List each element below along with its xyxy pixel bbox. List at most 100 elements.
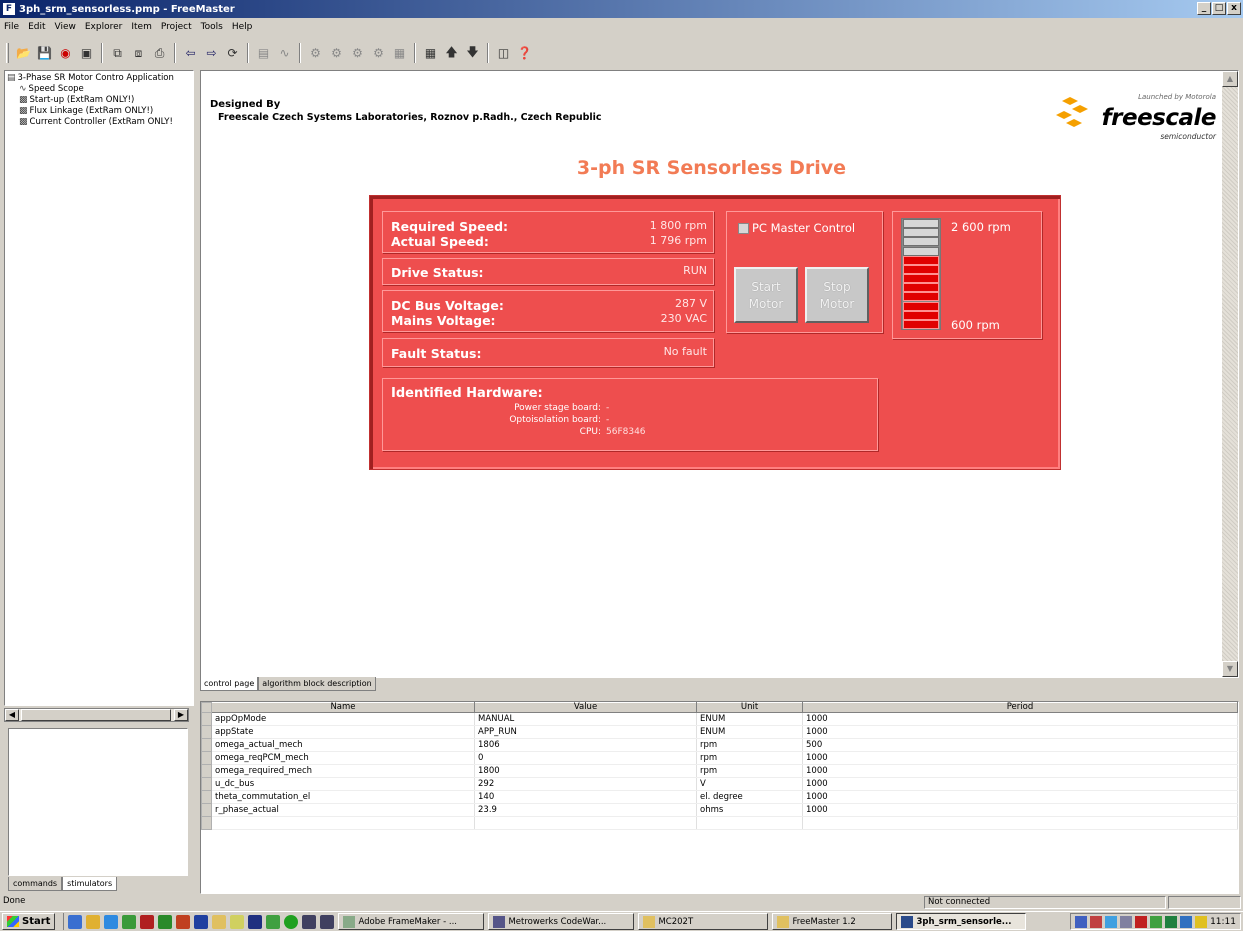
watch-cell-value[interactable]: APP_RUN — [474, 725, 697, 739]
row-header[interactable] — [201, 725, 212, 739]
notepad-icon[interactable] — [230, 914, 245, 929]
stop-motor-button[interactable]: Stop Motor — [805, 267, 869, 323]
column-header-period[interactable]: Period — [802, 702, 1238, 713]
task-framemaker[interactable]: Adobe FrameMaker - ... — [338, 913, 485, 930]
project-tree[interactable]: ▤ 3-Phase SR Motor Contro Application ∿ … — [4, 70, 194, 706]
watch-row[interactable]: u_dc_bus 292 V 1000 — [201, 777, 1238, 791]
variable-watch-grid[interactable]: Name Value Unit Period appOpMode MANUAL EN… — [200, 701, 1239, 894]
column-header-value[interactable]: Value — [474, 702, 697, 713]
watch-row[interactable]: omega_actual_mech 1806 rpm 500 — [201, 738, 1238, 752]
disk-icon[interactable] — [248, 914, 263, 929]
tab-commands[interactable]: commands — [8, 877, 63, 891]
tree-horizontal-scrollbar[interactable]: ◀ ▶ — [4, 708, 189, 722]
watch-cell-period[interactable]: 1000 — [802, 790, 1238, 804]
stop-icon[interactable]: ◉ — [56, 44, 75, 63]
watch-cell-unit[interactable]: rpm — [696, 738, 803, 752]
move-down-icon[interactable]: 🡇 — [463, 44, 482, 63]
volume-tray-icon[interactable] — [1195, 915, 1208, 928]
scroll-right-button[interactable]: ▶ — [174, 709, 188, 721]
refresh-icon[interactable]: ⟳ — [223, 44, 242, 63]
page-vertical-scrollbar[interactable]: ▲ ▼ — [1222, 71, 1238, 677]
row-header[interactable] — [201, 712, 212, 726]
watch-cell-value[interactable]: MANUAL — [474, 712, 697, 726]
pc-master-control[interactable]: PC Master Control — [738, 221, 855, 235]
row-header[interactable] — [201, 816, 212, 830]
watch-cell-empty[interactable] — [802, 816, 1238, 830]
messenger-tray-icon[interactable] — [1105, 915, 1118, 928]
browser-icon[interactable] — [104, 914, 119, 929]
variable-edit-icon[interactable]: ⚙ — [327, 44, 346, 63]
watch-cell-value[interactable]: 0 — [474, 751, 697, 765]
watch-cell-period[interactable]: 1000 — [802, 764, 1238, 778]
printer-tray-icon[interactable] — [1120, 915, 1133, 928]
open-icon[interactable]: 📂 — [14, 44, 33, 63]
task-freemaster-folder[interactable]: FreeMaster 1.2 — [772, 913, 893, 930]
menu-file[interactable]: File — [4, 22, 19, 32]
tree-item-current-controller[interactable]: ▩ Current Controller (ExtRam ONLY! — [19, 117, 173, 127]
row-header[interactable] — [201, 764, 212, 778]
watch-row[interactable]: omega_reqPCM_mech 0 rpm 1000 — [201, 751, 1238, 765]
watch-cell-empty[interactable] — [696, 816, 803, 830]
grid-view-icon[interactable]: ▦ — [421, 44, 440, 63]
watch-cell-unit[interactable]: ENUM — [696, 712, 803, 726]
recorder-icon[interactable]: ∿ — [275, 44, 294, 63]
menu-project[interactable]: Project — [161, 22, 192, 32]
toolbar-grip[interactable] — [6, 43, 9, 63]
scroll-left-button[interactable]: ◀ — [5, 709, 19, 721]
codewarrior-icon[interactable] — [302, 914, 317, 929]
word-icon[interactable] — [194, 914, 209, 929]
tree-item-flux-linkage[interactable]: ▩ Flux Linkage (ExtRam ONLY!) — [19, 106, 153, 116]
watch-cell-period[interactable]: 1000 — [802, 725, 1238, 739]
menu-explorer[interactable]: Explorer — [85, 22, 122, 32]
scope-icon[interactable]: ▤ — [254, 44, 273, 63]
watch-cell-period[interactable]: 1000 — [802, 751, 1238, 765]
row-header[interactable] — [201, 803, 212, 817]
menu-view[interactable]: View — [55, 22, 76, 32]
forward-arrow-icon[interactable]: ⇨ — [202, 44, 221, 63]
watch-cell-value[interactable]: 1806 — [474, 738, 697, 752]
watch-cell-name[interactable]: omega_reqPCM_mech — [211, 751, 475, 765]
watch-row[interactable]: omega_required_mech 1800 rpm 1000 — [201, 764, 1238, 778]
watch-cell-value[interactable]: 140 — [474, 790, 697, 804]
antivirus-tray-icon[interactable] — [1135, 915, 1148, 928]
watch-cell-period[interactable]: 1000 — [802, 777, 1238, 791]
watch-cell-period[interactable]: 1000 — [802, 712, 1238, 726]
back-arrow-icon[interactable]: ⇦ — [181, 44, 200, 63]
copy-icon[interactable]: ⧉ — [108, 44, 127, 63]
close-button[interactable]: x — [1227, 2, 1241, 15]
paste-icon[interactable]: ⧈ — [129, 44, 148, 63]
codewarrior-2-icon[interactable] — [320, 914, 335, 929]
watch-cell-value[interactable]: 1800 — [474, 764, 697, 778]
powerpoint-icon[interactable] — [176, 914, 191, 929]
tree-item-startup[interactable]: ▩ Start-up (ExtRam ONLY!) — [19, 95, 134, 105]
minimize-button[interactable]: _ — [1197, 2, 1211, 15]
watch-cell-period[interactable]: 1000 — [802, 803, 1238, 817]
user-tray-icon[interactable] — [1180, 915, 1193, 928]
variable-insert-icon[interactable]: ⚙ — [348, 44, 367, 63]
watch-cell-unit[interactable]: rpm — [696, 764, 803, 778]
maximize-button[interactable]: □ — [1212, 2, 1226, 15]
watch-cell-unit[interactable]: rpm — [696, 751, 803, 765]
explorer-icon[interactable] — [86, 914, 101, 929]
task-freemaster-active[interactable]: 3ph_srm_sensorle... — [896, 913, 1027, 930]
scroll-down-button[interactable]: ▼ — [1222, 661, 1238, 677]
sync-tray-icon[interactable] — [1165, 915, 1178, 928]
watch-cell-name[interactable]: omega_actual_mech — [211, 738, 475, 752]
variable-icon[interactable]: ⚙ — [306, 44, 325, 63]
watch-cell-name[interactable]: r_phase_actual — [211, 803, 475, 817]
tree-root[interactable]: ▤ 3-Phase SR Motor Contro Application — [7, 73, 174, 83]
scroll-up-button[interactable]: ▲ — [1222, 71, 1238, 87]
task-mc202t[interactable]: MC202T — [638, 913, 769, 930]
watch-cell-value[interactable]: 292 — [474, 777, 697, 791]
update-tray-icon[interactable] — [1150, 915, 1163, 928]
security-tray-icon[interactable] — [1090, 915, 1103, 928]
watch-cell-unit[interactable]: ohms — [696, 803, 803, 817]
tool-icon[interactable] — [266, 914, 281, 929]
watch-cell-name[interactable]: theta_commutation_el — [211, 790, 475, 804]
globe-icon[interactable] — [284, 914, 299, 929]
column-header-unit[interactable]: Unit — [696, 702, 803, 713]
tab-control-page[interactable]: control page — [200, 677, 259, 691]
watch-row[interactable]: r_phase_actual 23.9 ohms 1000 — [201, 803, 1238, 817]
options-icon[interactable]: ▣ — [77, 44, 96, 63]
watch-row[interactable]: appOpMode MANUAL ENUM 1000 — [201, 712, 1238, 726]
